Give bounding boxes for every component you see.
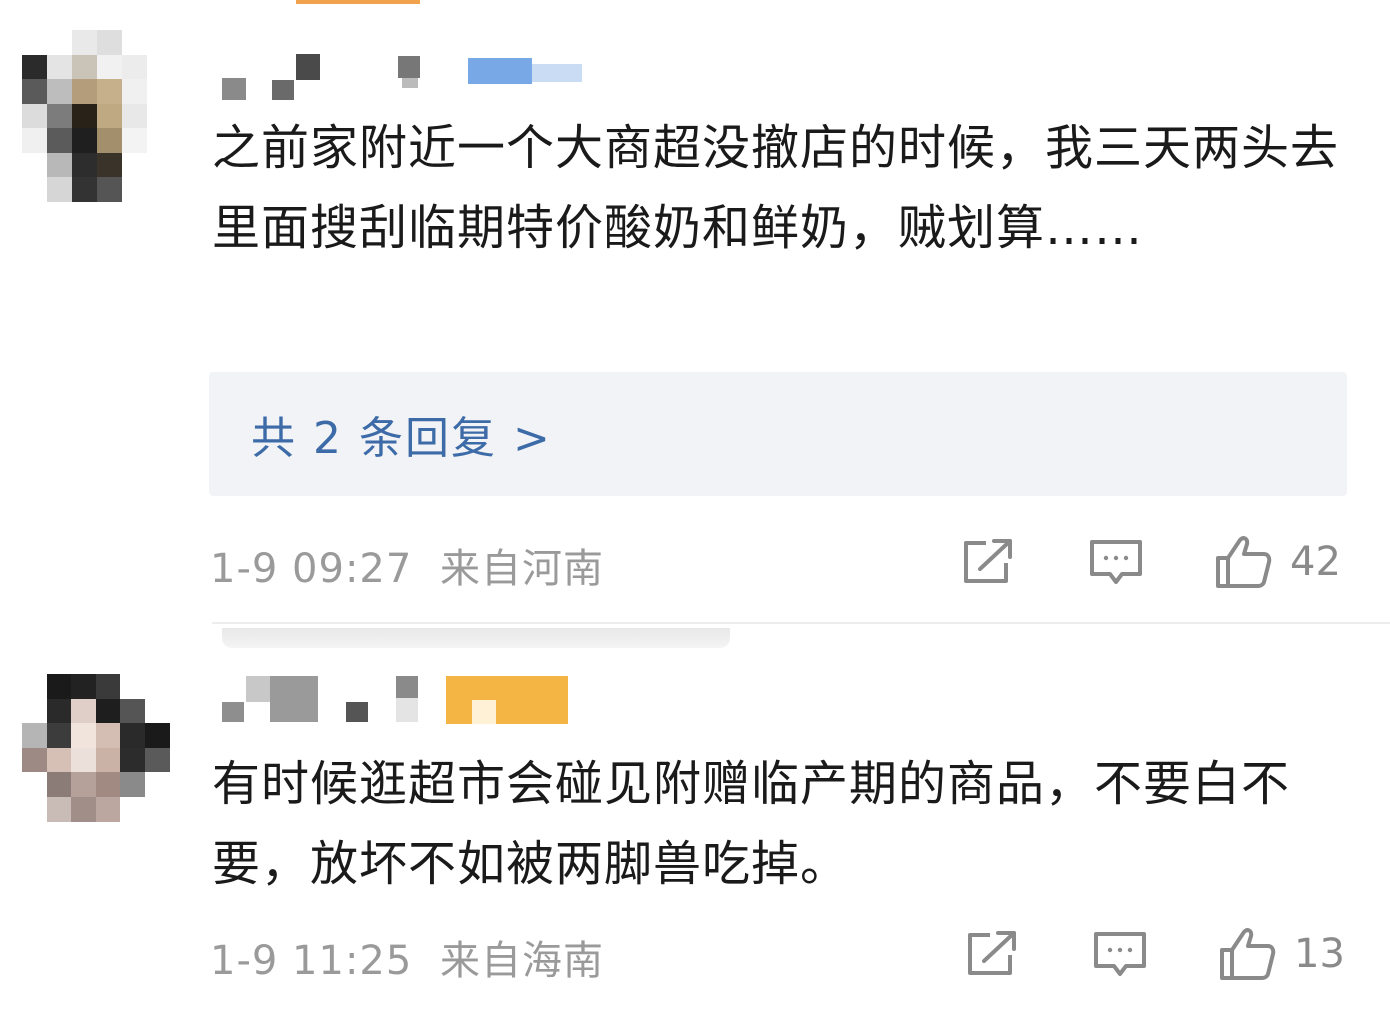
comment-text: 之前家附近一个大商超没撤店的时候，我三天两头去里面搜刮临期特价酸奶和鲜奶，贼划算… — [212, 120, 1340, 256]
like-count: 42 — [1290, 539, 1341, 585]
timestamp: 1-9 11:25 — [210, 938, 413, 984]
share-button[interactable] — [960, 532, 1018, 592]
like-button[interactable]: 13 — [1218, 924, 1345, 984]
avatar[interactable] — [22, 674, 170, 822]
location: 来自河南 — [440, 546, 605, 592]
view-replies-link[interactable]: 共 2 条回复 > — [251, 402, 552, 466]
reply-panel: 共 2 条回复 > — [209, 372, 1347, 496]
user-badge — [446, 676, 568, 724]
comment-icon — [1090, 540, 1142, 584]
user-badge — [468, 58, 532, 84]
thumbs-up-icon — [1220, 928, 1276, 980]
share-icon — [964, 539, 1012, 583]
location: 来自海南 — [440, 938, 605, 984]
comment-meta: 1-9 09:27 来自河南 — [210, 536, 604, 594]
share-button[interactable] — [964, 924, 1022, 984]
comment-button[interactable] — [1088, 532, 1144, 592]
share-icon — [968, 931, 1016, 975]
like-button[interactable]: 42 — [1214, 532, 1341, 592]
comment-meta: 1-9 11:25 来自海南 — [210, 928, 604, 986]
comment-text: 有时候逛超市会碰见附赠临产期的商品，不要白不要，放坏不如被两脚兽吃掉。 — [212, 756, 1291, 892]
comment-item: 有时候逛超市会碰见附赠临产期的商品，不要白不要，放坏不如被两脚兽吃掉。 1-9 … — [0, 626, 1390, 1014]
avatar[interactable] — [22, 30, 172, 202]
divider — [212, 622, 1390, 624]
timestamp: 1-9 09:27 — [210, 546, 413, 592]
comment-icon — [1094, 932, 1146, 976]
thumbs-up-icon — [1216, 536, 1272, 588]
comment-item: 之前家附近一个大商超没撤店的时候，我三天两头去里面搜刮临期特价酸奶和鲜奶，贼划算… — [0, 0, 1390, 625]
comment-button[interactable] — [1092, 924, 1148, 984]
like-count: 13 — [1294, 931, 1345, 977]
